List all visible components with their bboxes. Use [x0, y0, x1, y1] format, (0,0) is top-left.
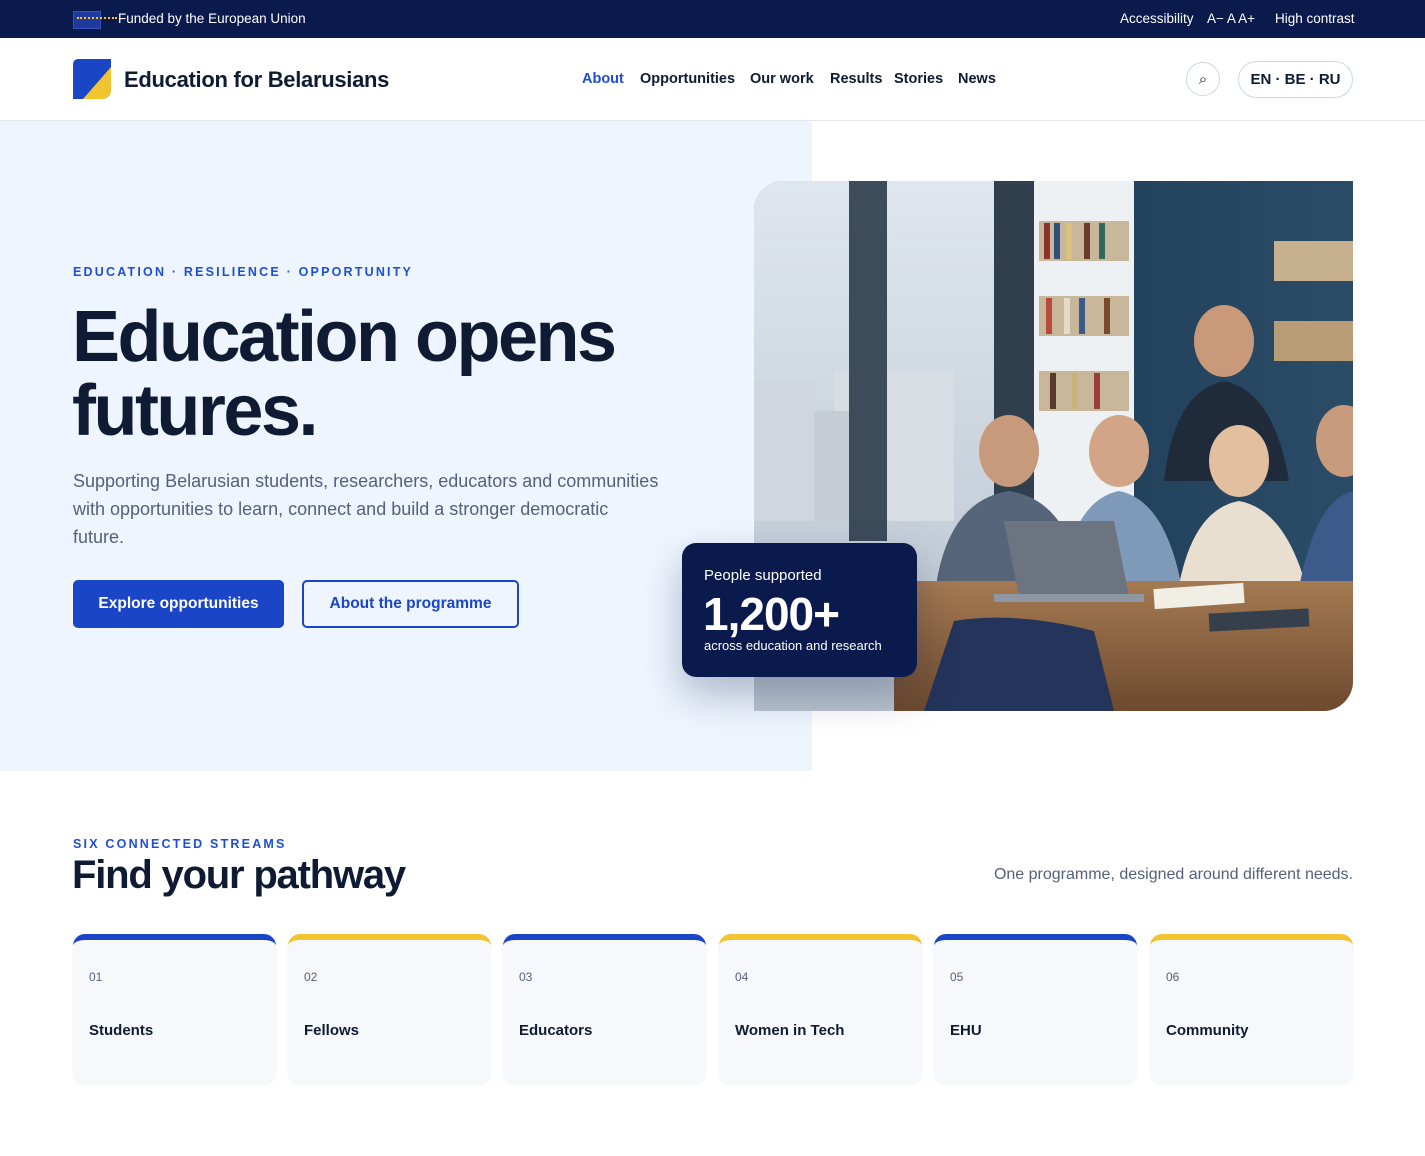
site-logo-text[interactable]: Education for Belarusians: [124, 67, 389, 93]
pathways-title: Find your pathway: [72, 853, 406, 897]
eu-funding-bar: Funded by the European Union Accessibili…: [0, 0, 1425, 38]
card-title: EHU: [950, 1022, 982, 1039]
pathways-eyebrow: SIX CONNECTED STREAMS: [73, 837, 287, 851]
pathway-card-fellows[interactable]: 02 Fellows: [288, 934, 491, 1084]
nav-our-work[interactable]: Our work: [750, 71, 814, 87]
card-title: Students: [89, 1022, 154, 1039]
pathway-card-students[interactable]: 01 Students: [73, 934, 276, 1084]
card-number: 05: [950, 970, 964, 984]
stat-label: People supported: [704, 567, 822, 584]
nav-opportunities[interactable]: Opportunities: [640, 71, 735, 87]
hero-title: Education opens futures.: [72, 297, 617, 451]
search-button[interactable]: ⌕: [1186, 62, 1220, 96]
stat-value: 1,200+: [703, 588, 840, 640]
font-size-controls[interactable]: A− A A+: [1207, 11, 1255, 26]
pathway-card-women-in-tech[interactable]: 04 Women in Tech: [719, 934, 922, 1084]
pathway-card-community[interactable]: 06 Community: [1150, 934, 1353, 1084]
people-supported-stat-card: People supported 1,200+ across education…: [682, 543, 917, 677]
card-title: Community: [1166, 1022, 1249, 1039]
card-number: 03: [519, 970, 533, 984]
card-title: Fellows: [304, 1022, 360, 1039]
nav-stories[interactable]: Stories: [894, 71, 943, 87]
funded-by-eu-text: Funded by the European Union: [118, 11, 306, 26]
eu-flag-icon: [73, 11, 117, 29]
card-number: 02: [304, 970, 318, 984]
about-programme-button[interactable]: About the programme: [302, 580, 519, 628]
nav-about[interactable]: About: [582, 71, 624, 87]
nav-results[interactable]: Results: [830, 71, 882, 87]
hero-subtitle: Supporting Belarusian students, research…: [73, 471, 659, 547]
pathway-card-ehu[interactable]: 05 EHU: [934, 934, 1137, 1084]
card-number: 06: [1166, 970, 1180, 984]
card-title: Women in Tech: [735, 1022, 845, 1039]
accessibility-link[interactable]: Accessibility: [1120, 11, 1194, 26]
high-contrast-toggle[interactable]: High contrast: [1275, 11, 1355, 26]
language-switcher[interactable]: EN · BE · RU: [1238, 61, 1353, 98]
logo-icon[interactable]: [73, 59, 111, 99]
card-number: 01: [89, 970, 103, 984]
stat-caption: across education and research: [704, 638, 882, 653]
pathways-note: One programme, designed around different…: [993, 866, 1353, 883]
nav-news[interactable]: News: [958, 71, 996, 87]
site-header: Education for Belarusians About Opportun…: [0, 38, 1425, 121]
hero-eyebrow: EDUCATION · RESILIENCE · OPPORTUNITY: [73, 265, 414, 279]
card-title: Educators: [519, 1022, 593, 1039]
search-icon: ⌕: [1198, 70, 1208, 88]
pathway-card-educators[interactable]: 03 Educators: [503, 934, 706, 1084]
pathway-cards: 01 Students 02 Fellows 03 Educators 04 W…: [73, 934, 1353, 1084]
explore-opportunities-button[interactable]: Explore opportunities: [73, 580, 284, 628]
card-number: 04: [735, 970, 749, 984]
